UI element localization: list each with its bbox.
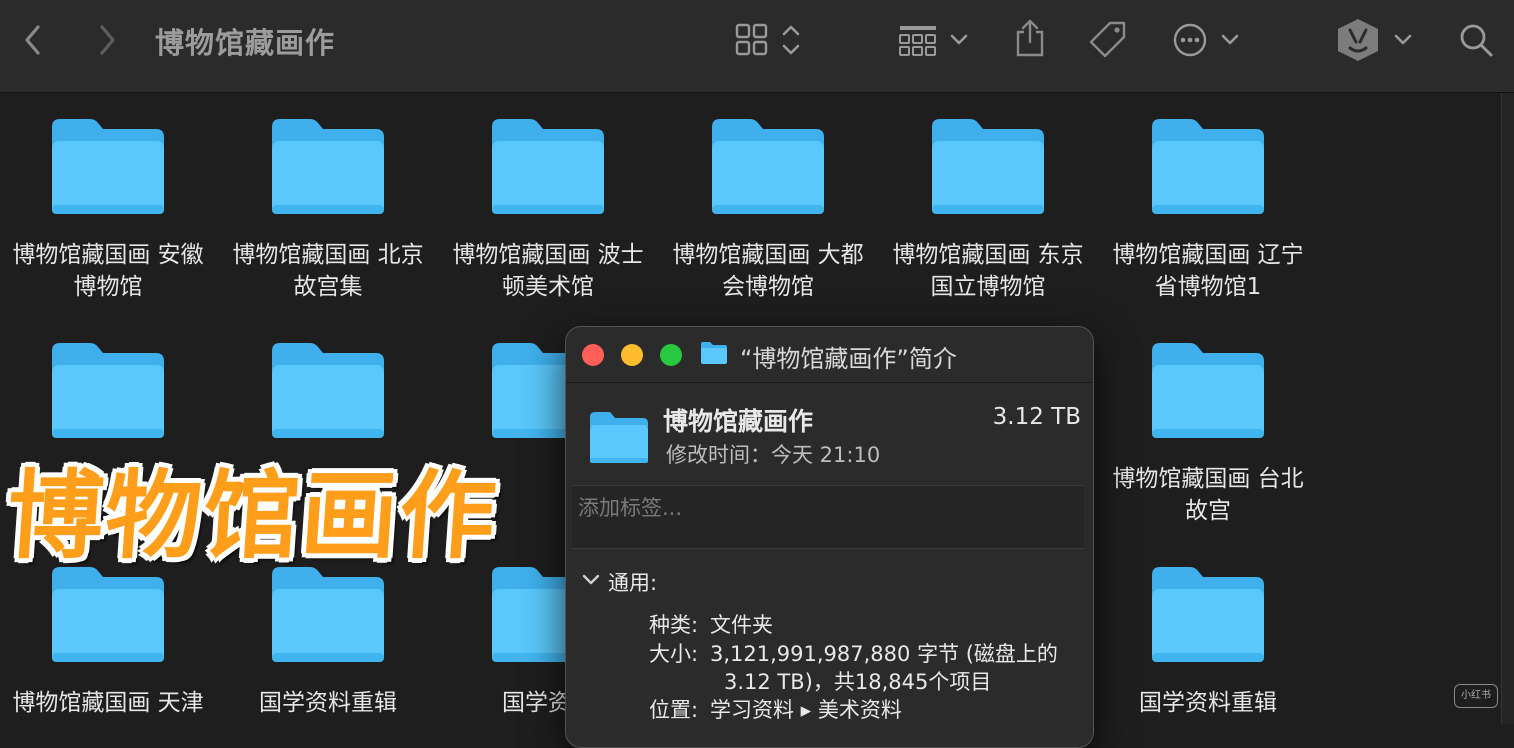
get-info-window: “博物馆藏画作”简介 博物馆藏画作 3.12 TB 修改时间：今天 21:10 … xyxy=(565,326,1094,748)
folder-label: 国学资料重辑 xyxy=(220,687,436,719)
folder-icon xyxy=(701,342,727,364)
scrollbar[interactable] xyxy=(1501,93,1514,724)
folder-label-line2: 博物馆 xyxy=(73,274,143,300)
tags-placeholder: 添加标签... xyxy=(578,496,683,520)
folder-item[interactable]: 博物馆藏国画 台北 故宫 xyxy=(1100,341,1316,527)
folder-label-line2: 顿美术馆 xyxy=(502,274,594,300)
folder-icon xyxy=(932,119,1044,214)
folder-label: 国学资料重辑 xyxy=(1100,687,1316,719)
size-label: 大小: xyxy=(649,642,699,666)
item-size: 3.12 TB xyxy=(992,404,1081,430)
chevron-left-icon[interactable] xyxy=(18,22,48,58)
where-value: 学习资料 ▸ 美术资料 xyxy=(710,698,902,722)
folder-label-line1: 博物馆藏国画 波士 xyxy=(452,242,644,268)
chevron-down-icon[interactable] xyxy=(582,573,600,587)
info-window-title: “博物馆藏画作”简介 xyxy=(740,345,957,373)
folder-item[interactable]: 博物馆藏国画 辽宁 省博物馆1 xyxy=(1100,117,1316,303)
folder-icon xyxy=(272,119,384,214)
folder-item[interactable]: 博物馆藏国画 大都 会博物馆 xyxy=(660,117,876,303)
folder-item[interactable]: 博物馆藏国画 波士 顿美术馆 xyxy=(440,117,656,303)
finder-toolbar: 博物馆藏画作 xyxy=(0,0,1514,93)
folder-icon xyxy=(712,119,824,214)
group-icon[interactable] xyxy=(898,22,972,58)
where-label: 位置: xyxy=(649,698,699,722)
folder-label-line1: 博物馆藏国画 大都 xyxy=(672,242,864,268)
folder-item[interactable]: 博物馆藏国画 东京 国立博物馆 xyxy=(880,117,1096,303)
folder-label: 博物馆藏国画 天津 xyxy=(0,687,216,719)
size-value-line1: 3,121,991,987,880 字节 (磁盘上的 xyxy=(710,642,1058,666)
folder-icon xyxy=(1152,119,1264,214)
tag-icon[interactable] xyxy=(1086,21,1130,58)
folder-label-line2: 故宫集 xyxy=(293,274,363,300)
profile-icon[interactable] xyxy=(1336,19,1416,61)
folder-label-line1: 博物馆藏国画 天津 xyxy=(12,690,204,716)
share-icon[interactable] xyxy=(1010,19,1050,57)
folder-icon xyxy=(492,119,604,214)
chevron-right-icon[interactable] xyxy=(92,22,122,58)
folder-icon xyxy=(1152,567,1264,662)
folder-label: 博物馆藏国画 台北 故宫 xyxy=(1100,463,1316,527)
folder-item[interactable] xyxy=(0,341,216,441)
folder-label-line2: 会博物馆 xyxy=(722,274,814,300)
folder-label: 博物馆藏国画 波士 顿美术馆 xyxy=(440,239,656,303)
window-title: 博物馆藏画作 xyxy=(155,26,336,60)
folder-label-line1: 国学资料重辑 xyxy=(1139,690,1277,716)
kind-value: 文件夹 xyxy=(710,613,773,637)
zoom-button[interactable] xyxy=(660,344,682,366)
folder-item[interactable]: 国学资料重辑 xyxy=(1100,565,1316,719)
folder-icon xyxy=(272,567,384,662)
folder-label-line1: 博物馆藏国画 安徽 xyxy=(12,242,204,268)
kind-label: 种类: xyxy=(649,613,699,637)
tags-input[interactable]: 添加标签... xyxy=(572,485,1084,549)
folder-icon xyxy=(52,119,164,214)
minimize-button[interactable] xyxy=(621,344,643,366)
folder-label-line2: 故宫 xyxy=(1185,498,1231,524)
folder-icon xyxy=(52,343,164,438)
folder-item[interactable]: 博物馆藏国画 安徽 博物馆 xyxy=(0,117,216,303)
grid-view-icon[interactable] xyxy=(734,22,804,58)
folder-label-line2: 省博物馆1 xyxy=(1154,274,1262,300)
folder-label-line1: 博物馆藏国画 东京 xyxy=(892,242,1084,268)
folder-label: 博物馆藏国画 大都 会博物馆 xyxy=(660,239,876,303)
folder-label-line1: 国学资料重辑 xyxy=(259,690,397,716)
more-icon[interactable] xyxy=(1172,22,1242,58)
folder-icon xyxy=(272,343,384,438)
folder-icon xyxy=(52,567,164,662)
modified-date: 修改时间：今天 21:10 xyxy=(666,443,881,467)
folder-label-line2: 国立博物馆 xyxy=(930,274,1046,300)
size-value-line2: 3.12 TB)，共18,845个项目 xyxy=(724,670,992,694)
folder-label-line1: 博物馆藏国画 台北 xyxy=(1112,466,1304,492)
search-icon[interactable] xyxy=(1456,22,1496,58)
folder-label-line1: 博物馆藏国画 辽宁 xyxy=(1112,242,1304,268)
folder-item[interactable] xyxy=(220,341,436,441)
folder-item[interactable]: 国学资料重辑 xyxy=(220,565,436,719)
folder-label: 博物馆藏国画 北京 故宫集 xyxy=(220,239,436,303)
folder-label: 博物馆藏国画 安徽 博物馆 xyxy=(0,239,216,303)
watermark-badge: 小红书 xyxy=(1454,684,1498,708)
info-titlebar: “博物馆藏画作”简介 xyxy=(566,327,1093,383)
overlay-title: 博物馆画作 xyxy=(3,460,502,572)
folder-icon xyxy=(1152,343,1264,438)
folder-label: 博物馆藏国画 东京 国立博物馆 xyxy=(880,239,1096,303)
item-name: 博物馆藏画作 xyxy=(663,407,814,436)
folder-icon xyxy=(590,412,648,463)
folder-item[interactable]: 博物馆藏国画 北京 故宫集 xyxy=(220,117,436,303)
folder-label: 博物馆藏国画 辽宁 省博物馆1 xyxy=(1100,239,1316,303)
folder-item[interactable]: 博物馆藏国画 天津 xyxy=(0,565,216,719)
close-button[interactable] xyxy=(582,344,604,366)
folder-label-line1: 博物馆藏国画 北京 xyxy=(232,242,424,268)
general-section[interactable]: 通用: xyxy=(608,567,657,597)
